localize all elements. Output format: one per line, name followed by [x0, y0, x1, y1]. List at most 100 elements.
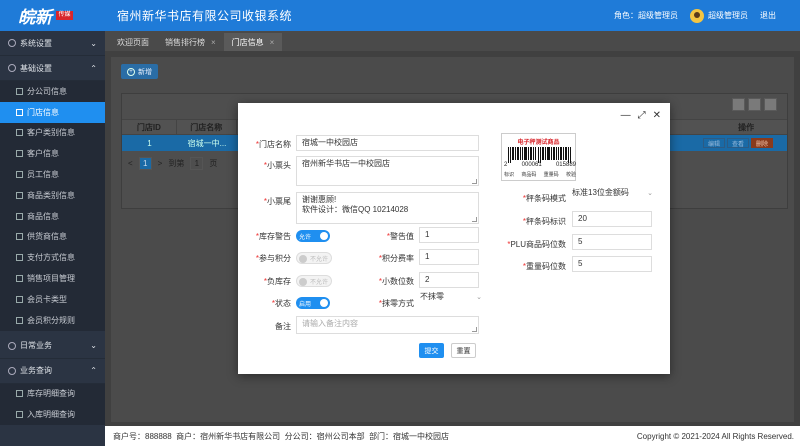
document-icon [16, 316, 23, 324]
columns-icon[interactable] [732, 98, 745, 111]
page-button-current[interactable]: 1 [138, 157, 152, 170]
sidebar-group-label: 日常业务 [20, 341, 52, 351]
sidebar-item-product[interactable]: 商品信息 [0, 205, 105, 227]
status-toggle[interactable]: 启用 [296, 297, 330, 309]
logout-link[interactable]: 退出 [760, 10, 776, 21]
plus-icon: + [127, 67, 135, 76]
document-icon [16, 171, 23, 179]
close-icon[interactable]: ✕ [653, 110, 661, 121]
export-icon[interactable] [764, 98, 777, 111]
maximize-icon[interactable]: ⤢ [638, 110, 646, 121]
sidebar-item-card-type[interactable]: 会员卡类型 [0, 288, 105, 310]
tab-welcome[interactable]: 欢迎页面 [109, 33, 157, 51]
sidebar-group-system[interactable]: 系统设置 ⌄ [0, 31, 105, 56]
points-toggle[interactable]: 不允许 [296, 252, 332, 264]
status-footer: 商户号：888888 商户：宿州新华书店有限公司 分公司：宿州公司本部 部门：宿… [105, 426, 800, 446]
sidebar-item-label: 门店信息 [27, 107, 59, 117]
receipt-footer-textarea[interactable]: 谢谢惠顾! 软件设计：微信QQ 10214028 [296, 192, 479, 224]
remark-textarea[interactable]: 请输入备注内容 [296, 316, 479, 334]
alert-value-input[interactable]: 1 [419, 227, 479, 243]
weight-digits-input[interactable]: 5 [572, 256, 652, 272]
points-label: *参与积分 [255, 254, 291, 263]
reset-button[interactable]: 重置 [451, 343, 476, 358]
store-name-input[interactable]: 宿城一中校园店 [296, 135, 479, 151]
scale-mode-select[interactable]: 标准13位金额码 ⌄ [566, 185, 659, 201]
decimal-input[interactable]: 2 [419, 272, 479, 288]
dialog-controls: — ⤢ ✕ [621, 110, 661, 121]
user-menu[interactable]: 超级管理员 [690, 8, 748, 23]
submit-button[interactable]: 提交 [419, 343, 444, 358]
avatar-icon [690, 8, 704, 23]
page-unit-label: 页 [209, 159, 218, 168]
column-header: 操作 [738, 122, 755, 132]
page-input[interactable]: 1 [190, 157, 204, 170]
sidebar-item-sales-project[interactable]: 销售项目管理 [0, 268, 105, 289]
document-icon [16, 150, 23, 158]
sidebar-item-label: 客户类别信息 [27, 128, 75, 138]
logo[interactable]: 皖新 传媒 [0, 0, 105, 31]
barcode-digits: 2 000061 015889 [504, 162, 576, 168]
tab-label: 欢迎页面 [117, 37, 149, 47]
close-icon[interactable]: × [270, 38, 275, 47]
negative-stock-toggle[interactable]: 不允许 [296, 275, 332, 287]
next-page-button[interactable]: > [158, 159, 163, 168]
logo-badge: 传媒 [56, 11, 73, 20]
sidebar-item-employee[interactable]: 员工信息 [0, 164, 105, 185]
document-icon [16, 212, 23, 220]
stock-alert-label: *库存警告 [255, 232, 291, 241]
add-button[interactable]: + 新增 [121, 64, 158, 79]
scale-flag-input[interactable]: 20 [572, 211, 652, 227]
plu-digits-input[interactable]: 5 [572, 234, 652, 250]
print-icon[interactable] [748, 98, 761, 111]
chevron-up-icon: ⌃ [90, 63, 97, 73]
delete-button[interactable]: 删除 [750, 138, 773, 148]
sidebar-group-label: 基础设置 [20, 63, 52, 73]
sidebar-group-label: 业务查询 [20, 366, 52, 376]
document-icon [16, 390, 23, 398]
document-icon [16, 411, 23, 419]
branch-name: 分公司：宿州公司本部 [284, 431, 365, 441]
sidebar-item-inbound-query[interactable]: 入库明细查询 [0, 404, 105, 426]
barcode-digit-weight: 015889 [555, 162, 576, 168]
cell-id: 1 [147, 138, 152, 148]
minimize-icon[interactable]: — [621, 110, 631, 121]
alert-value-label: *警告值 [386, 232, 414, 241]
close-icon[interactable]: × [211, 38, 216, 47]
sidebar-item-stock-query[interactable]: 库存明细查询 [0, 383, 105, 405]
sidebar-item-points-rule[interactable]: 会员积分规则 [0, 309, 105, 331]
goto-label: 到第 [168, 159, 185, 168]
points-rate-input[interactable]: 1 [419, 249, 479, 265]
edit-button[interactable]: 编辑 [702, 138, 725, 148]
sidebar-item-product-category[interactable]: 商品类别信息 [0, 184, 105, 206]
receipt-header-textarea[interactable]: 宿州新华书店一中校园店 [296, 156, 479, 186]
gear-icon [8, 39, 16, 47]
merchant-no: 商户号：888888 [113, 431, 172, 441]
sidebar-item-branch[interactable]: 分公司信息 [0, 81, 105, 102]
rounding-label: *抹零方式 [378, 299, 414, 308]
prev-page-button[interactable]: < [128, 159, 133, 168]
sidebar-item-store[interactable]: 门店信息 [0, 101, 105, 123]
department-name: 部门：宿城一中校园店 [369, 431, 450, 441]
barcode-digit-flag: 2 [504, 162, 508, 168]
document-icon [16, 129, 23, 137]
stock-alert-toggle[interactable]: 允许 [296, 230, 330, 242]
sidebar-group-daily[interactable]: 日常业务 ⌄ [0, 333, 105, 359]
sidebar-item-label: 客户信息 [27, 149, 59, 159]
document-icon [16, 275, 23, 283]
tab-store-info[interactable]: 门店信息 × [223, 33, 283, 51]
sidebar-group-query[interactable]: 业务查询 ⌃ [0, 358, 105, 384]
store-name-label: *门店名称 [255, 140, 291, 149]
sidebar-item-customer[interactable]: 客户信息 [0, 143, 105, 165]
sidebar-item-customer-category[interactable]: 客户类别信息 [0, 122, 105, 144]
system-title: 宿州新华书店有限公司收银系统 [117, 9, 293, 23]
view-button[interactable]: 查看 [726, 138, 749, 148]
column-header: 门店ID [122, 120, 177, 134]
sidebar-item-supplier[interactable]: 供货商信息 [0, 226, 105, 248]
sidebar-item-payment[interactable]: 支付方式信息 [0, 247, 105, 269]
sidebar-item-label: 支付方式信息 [27, 253, 75, 263]
merchant-name: 商户：宿州新华书店有限公司 [176, 431, 281, 441]
sidebar-group-basic[interactable]: 基础设置 ⌃ [0, 56, 105, 81]
top-bar: 皖新 传媒 宿州新华书店有限公司收银系统 角色：超级管理员 超级管理员 退出 [0, 0, 800, 31]
rounding-select[interactable]: 不抹零 ⌄ [414, 289, 488, 305]
tab-sales-ranking[interactable]: 销售排行榜 × [157, 33, 224, 51]
